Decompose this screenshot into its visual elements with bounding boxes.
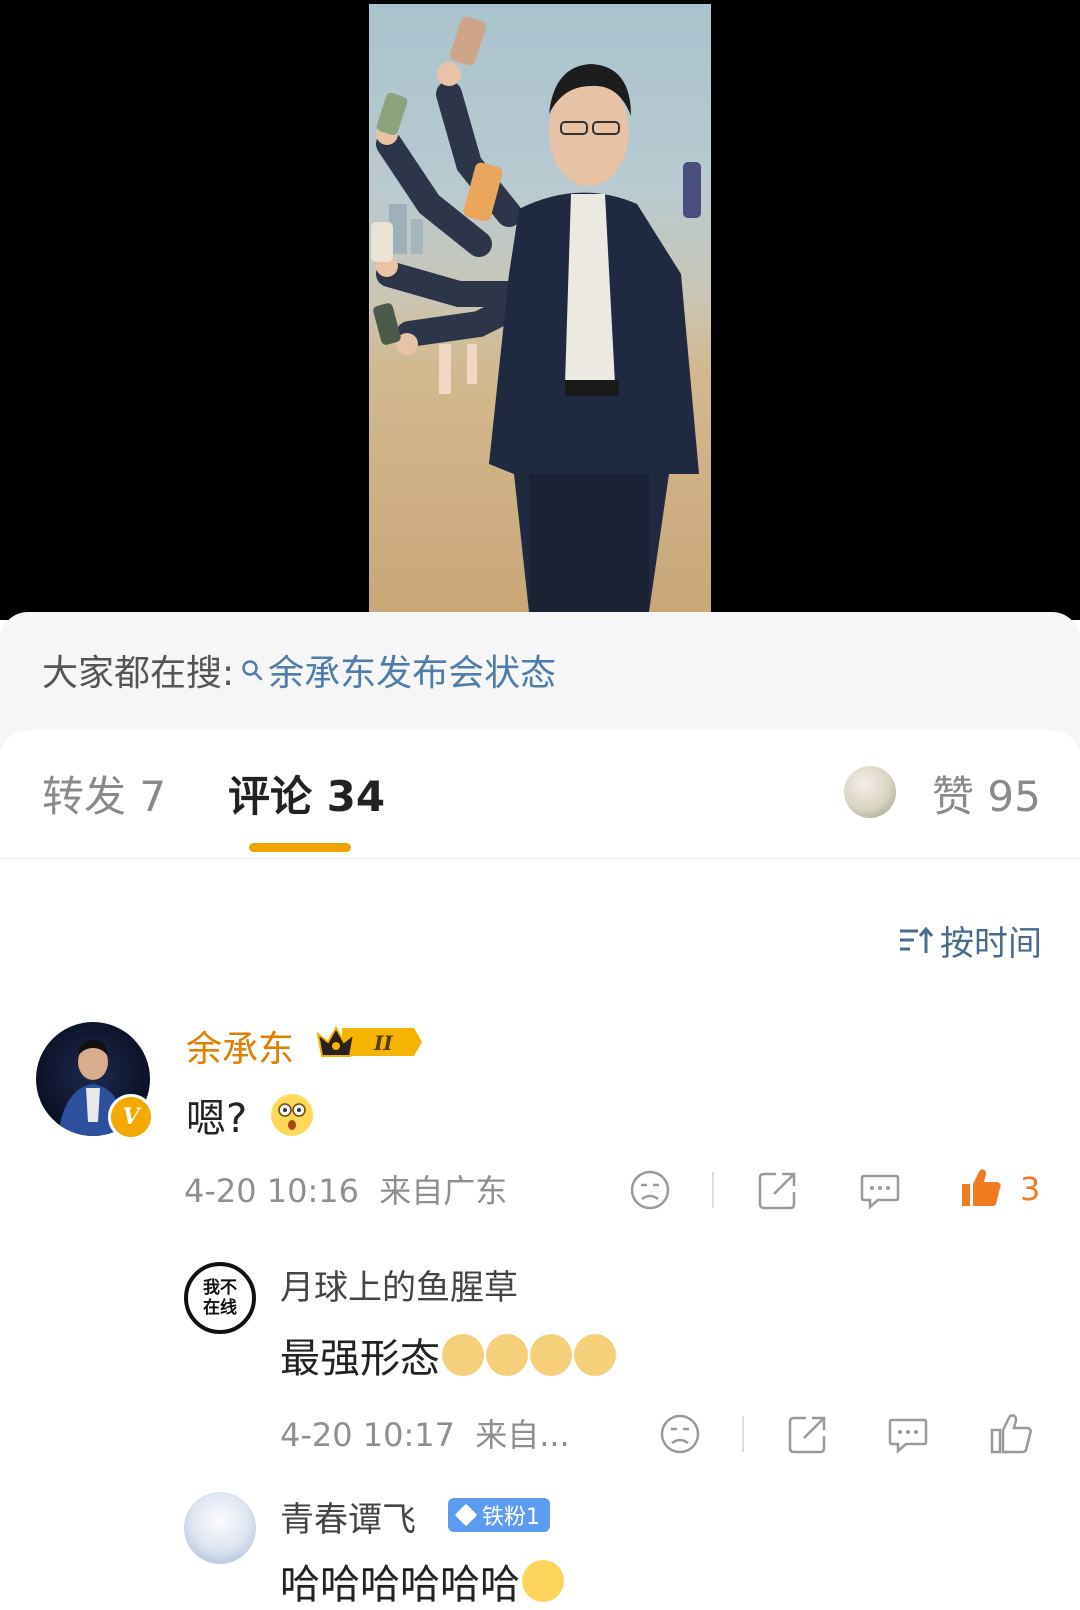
comment-meta: 4-20 10:16 来自广东 xyxy=(184,1166,507,1212)
comment-time: 4-20 10:16 xyxy=(184,1172,360,1210)
comment-text: 嗯? xyxy=(186,1096,248,1142)
tab-divider xyxy=(0,858,1080,859)
reply-username[interactable]: 月球上的鱼腥草 xyxy=(280,1260,518,1309)
sort-by-time-button[interactable]: 按时间 xyxy=(898,916,1042,965)
comment-text-row: 嗯? xyxy=(186,1086,314,1144)
hot-search-bar[interactable]: 大家都在搜: 余承东发布会状态 xyxy=(42,648,556,694)
like-icon[interactable] xyxy=(988,1410,1034,1456)
tab-comment[interactable]: 评论 34 xyxy=(228,770,385,824)
fan-badge: 铁粉1 xyxy=(448,1498,550,1532)
reply-username[interactable]: 青春谭飞 xyxy=(280,1492,416,1541)
tab-repost[interactable]: 转发 7 xyxy=(42,770,166,824)
dislike-face-icon[interactable] xyxy=(658,1412,702,1456)
reply-text-row: 最强形态 xyxy=(280,1326,616,1384)
reply-icon[interactable] xyxy=(858,1168,902,1212)
reply-text: 最强形态 xyxy=(280,1336,440,1382)
reply-text-row: 哈哈哈哈哈哈 xyxy=(280,1552,564,1610)
reply-location: 来自... xyxy=(475,1416,570,1454)
share-icon[interactable] xyxy=(786,1412,830,1456)
doge-emoji-icon xyxy=(486,1334,528,1376)
tab-like[interactable]: 赞 95 xyxy=(932,770,1041,824)
like-count: 3 xyxy=(1020,1170,1041,1208)
doge-emoji-group xyxy=(440,1334,616,1376)
comments-panel xyxy=(0,730,1080,1606)
dislike-face-icon[interactable] xyxy=(628,1168,672,1212)
comment-username[interactable]: 余承东 xyxy=(186,1020,294,1072)
shocked-emoji-icon xyxy=(271,1094,314,1136)
hot-search-query: 余承东发布会状态 xyxy=(268,653,557,694)
reply-time: 4-20 10:17 xyxy=(280,1416,456,1454)
verified-badge-icon: V xyxy=(108,1094,154,1140)
video-frame-image xyxy=(369,4,711,612)
reply-text: 哈哈哈哈哈哈 xyxy=(280,1562,520,1608)
doge-emoji-icon xyxy=(574,1334,616,1376)
reply-avatar[interactable]: 我不在线 xyxy=(184,1262,256,1334)
laugh-cry-emoji-icon xyxy=(522,1560,564,1602)
search-icon xyxy=(242,660,263,681)
comment-location: 来自广东 xyxy=(379,1172,508,1210)
like-icon[interactable] xyxy=(958,1164,1004,1210)
reply-icon[interactable] xyxy=(886,1412,930,1456)
action-divider xyxy=(742,1416,744,1452)
fan-badge-label: 铁粉1 xyxy=(482,1505,540,1530)
avatar-text: 我不在线 xyxy=(203,1278,237,1318)
active-tab-indicator xyxy=(249,843,351,852)
reply-avatar[interactable] xyxy=(184,1492,256,1564)
hot-search-label: 大家都在搜: xyxy=(42,653,235,694)
vip-crown-badge-icon: II xyxy=(316,1025,422,1057)
liker-avatar[interactable] xyxy=(844,766,896,818)
sort-label: 按时间 xyxy=(940,924,1042,964)
video-player[interactable] xyxy=(0,0,1080,620)
vip-level: II xyxy=(373,1031,393,1055)
diamond-icon xyxy=(454,1503,478,1527)
reply-meta: 4-20 10:17 来自... xyxy=(280,1410,570,1456)
doge-emoji-icon xyxy=(530,1334,572,1376)
doge-emoji-icon xyxy=(442,1334,484,1376)
hot-search-link[interactable]: 余承东发布会状态 xyxy=(234,644,556,696)
sort-icon xyxy=(900,926,934,953)
action-divider xyxy=(712,1172,714,1208)
share-icon[interactable] xyxy=(756,1168,800,1212)
